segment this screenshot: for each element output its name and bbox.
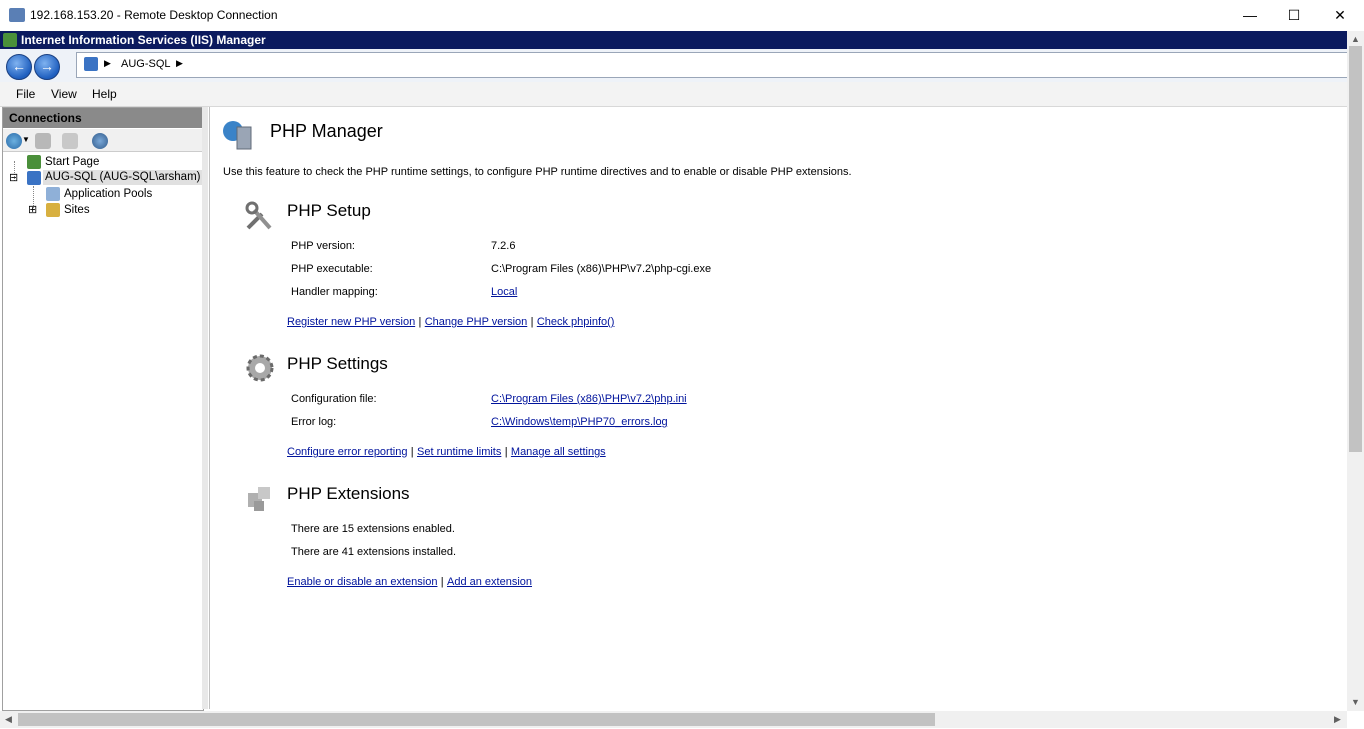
config-file-label: Configuration file: (291, 393, 377, 405)
save-icon[interactable] (35, 133, 51, 149)
address-bar[interactable] (76, 52, 1348, 78)
enable-disable-extension-link[interactable]: Enable or disable an extension (287, 576, 437, 588)
server-icon (27, 171, 41, 185)
app-pools-icon (46, 187, 60, 201)
setup-links: Register new PHP version | Change PHP ve… (287, 314, 614, 328)
check-phpinfo-link[interactable]: Check phpinfo() (537, 316, 615, 328)
handler-mapping-label: Handler mapping: (291, 286, 378, 298)
scroll-right-arrow[interactable]: ▶ (1334, 714, 1341, 725)
minimize-button[interactable]: — (1227, 0, 1273, 31)
tree-item-application-pools[interactable]: Application Pools (64, 187, 152, 202)
manage-all-settings-link[interactable]: Manage all settings (511, 446, 606, 458)
rdp-app-icon (9, 8, 25, 22)
menu-bar (0, 82, 1347, 107)
iis-title-bar: Internet Information Services (IIS) Mana… (0, 31, 1347, 49)
iis-window-title: Internet Information Services (IIS) Mana… (21, 33, 266, 47)
link-separator: | (410, 446, 414, 458)
back-button[interactable]: ← (6, 54, 32, 80)
pane-splitter[interactable] (202, 107, 208, 709)
link-separator: | (418, 316, 422, 328)
up-folder-icon[interactable] (62, 133, 78, 149)
gear-icon (244, 352, 276, 384)
content-pane (209, 107, 1348, 709)
chevron-down-icon[interactable]: ▼ (22, 135, 30, 144)
php-version-label: PHP version: (291, 240, 355, 252)
set-runtime-limits-link[interactable]: Set runtime limits (417, 446, 501, 458)
php-manager-icon (221, 119, 253, 151)
extensions-installed-text: There are 41 extensions installed. (291, 546, 457, 558)
connections-title: Connections (9, 111, 82, 125)
scroll-up-arrow[interactable]: ▲ (1351, 34, 1360, 44)
maximize-button[interactable]: ☐ (1271, 0, 1317, 31)
connect-globe-icon[interactable] (6, 133, 22, 149)
handler-mapping-link[interactable]: Local (491, 286, 517, 298)
sites-icon (46, 203, 60, 217)
menu-file[interactable]: File (16, 87, 35, 101)
tree-item-server[interactable]: AUG-SQL (AUG-SQL\arsham) (43, 170, 203, 185)
php-version-value: 7.2.6 (491, 240, 516, 252)
puzzle-icon (244, 483, 276, 515)
close-button[interactable]: ✕ (1317, 0, 1363, 31)
link-separator: | (440, 576, 444, 588)
configure-error-reporting-link[interactable]: Configure error reporting (287, 446, 407, 458)
page-description: Use this feature to check the PHP runtim… (223, 166, 852, 178)
collapse-icon[interactable]: ⊟ (9, 171, 18, 184)
connections-header: Connections (3, 108, 202, 128)
expand-icon[interactable]: ⊞ (28, 203, 37, 216)
menu-help[interactable]: Help (92, 87, 117, 101)
tree-item-sites[interactable]: Sites (64, 203, 90, 218)
link-separator: | (530, 316, 534, 328)
scroll-down-arrow[interactable]: ▼ (1351, 697, 1360, 707)
vertical-scroll-thumb[interactable] (1349, 46, 1362, 452)
config-file-link[interactable]: C:\Program Files (x86)\PHP\v7.2\php.ini (491, 393, 687, 405)
scroll-left-arrow[interactable]: ◀ (5, 714, 12, 725)
disconnect-icon[interactable] (92, 133, 108, 149)
forward-button[interactable]: → (34, 54, 60, 80)
horizontal-scroll-thumb[interactable] (18, 713, 935, 726)
php-executable-label: PHP executable: (291, 263, 373, 275)
breadcrumb-item[interactable]: AUG-SQL (121, 58, 171, 70)
section-title-php-setup: PHP Setup (287, 201, 371, 220)
register-php-version-link[interactable]: Register new PHP version (287, 316, 415, 328)
extensions-links: Enable or disable an extension | Add an … (287, 574, 532, 588)
php-executable-value: C:\Program Files (x86)\PHP\v7.2\php-cgi.… (491, 263, 712, 275)
error-log-link[interactable]: C:\Windows\temp\PHP70_errors.log (491, 416, 668, 428)
start-page-icon (27, 155, 41, 169)
change-php-version-link[interactable]: Change PHP version (425, 316, 528, 328)
error-log-label: Error log: (291, 416, 337, 428)
section-title-php-extensions: PHP Extensions (287, 484, 410, 503)
settings-links: Configure error reporting | Set runtime … (287, 444, 606, 458)
menu-view[interactable]: View (51, 87, 77, 101)
breadcrumb-arrow-icon: ▶ (104, 58, 111, 68)
server-icon (84, 57, 98, 71)
rdp-window-title: 192.168.153.20 - Remote Desktop Connecti… (30, 8, 278, 22)
add-extension-link[interactable]: Add an extension (447, 576, 532, 588)
tree-item-start-page[interactable]: Start Page (45, 155, 99, 170)
page-title: PHP Manager (270, 121, 383, 141)
tools-icon (244, 200, 276, 232)
iis-app-icon (3, 33, 17, 47)
breadcrumb-arrow-icon[interactable]: ▶ (176, 58, 183, 69)
extensions-enabled-text: There are 15 extensions enabled. (291, 523, 455, 535)
link-separator: | (504, 446, 508, 458)
section-title-php-settings: PHP Settings (287, 354, 388, 373)
